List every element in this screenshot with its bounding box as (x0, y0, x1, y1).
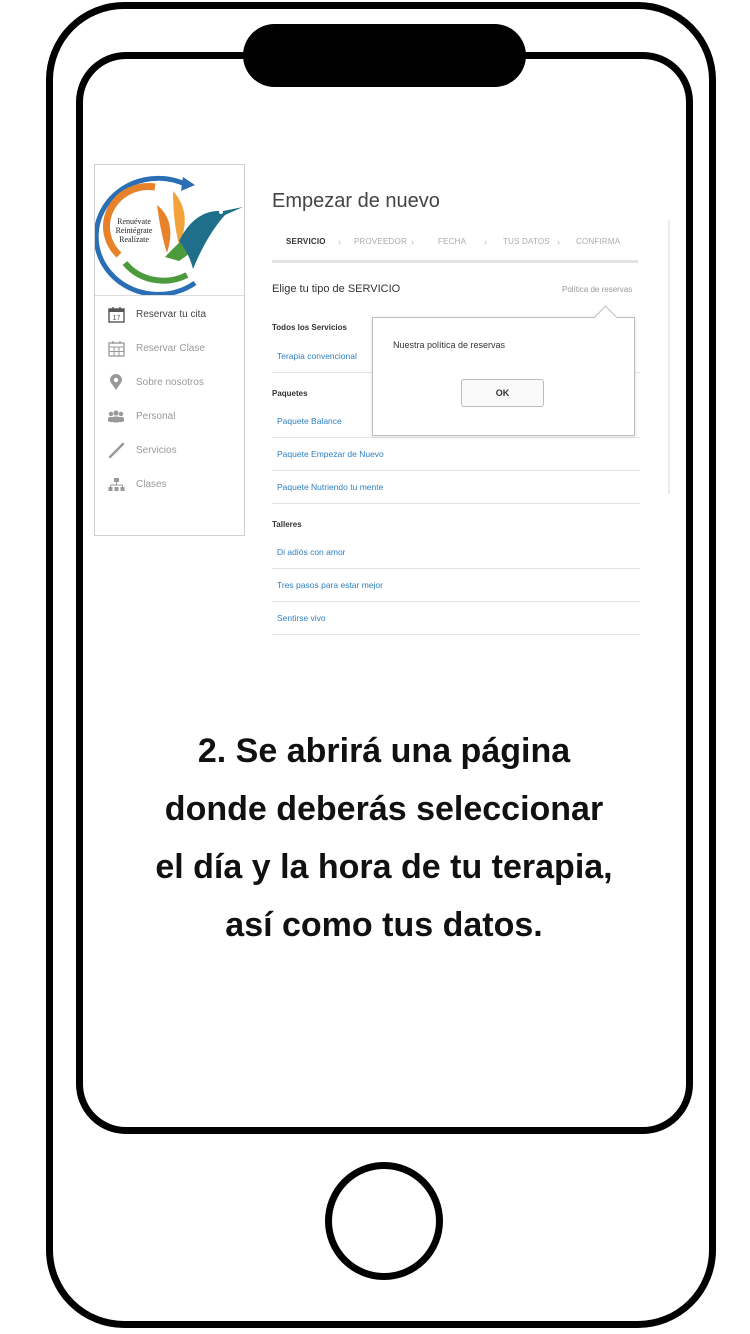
step-servicio[interactable]: SERVICIO (286, 237, 326, 246)
chevron-right-icon: › (557, 237, 560, 247)
list-item[interactable]: Paquete Nutriendo tu mente (272, 471, 640, 504)
service-link[interactable]: Tres pasos para estar mejor (277, 580, 383, 590)
service-link[interactable]: Paquete Nutriendo tu mente (277, 482, 383, 492)
step-fecha[interactable]: FECHA (438, 237, 466, 246)
calendar-icon: 17 (107, 305, 125, 323)
step-progress: SERVICIO › PROVEEDOR › FECHA › TUS DATOS… (272, 236, 638, 263)
list-item[interactable]: Di adiós con amor (272, 536, 640, 569)
sidebar-item-reservar-clase[interactable]: Reservar Clase (95, 331, 244, 365)
service-link[interactable]: Terapia convencional (277, 351, 357, 361)
calendar-grid-icon (107, 339, 125, 357)
step-tus-datos[interactable]: TUS DATOS (503, 237, 550, 246)
logo: Renuévate Reintégrate Realízate (93, 165, 244, 297)
sidebar-item-label: Reservar tu cita (136, 308, 207, 320)
category-label: Paquetes (272, 389, 308, 398)
chevron-right-icon: › (411, 237, 414, 247)
people-icon (107, 407, 125, 425)
service-link[interactable]: Paquete Empezar de Nuevo (277, 449, 384, 459)
instruction-caption: 2. Se abrirá una página donde deberás se… (155, 732, 613, 944)
logo-line: Renuévate (117, 217, 151, 226)
service-link[interactable]: Paquete Balance (277, 416, 342, 426)
section-title: Elige tu tipo de SERVICIO (272, 283, 401, 295)
sidebar-item-label: Clases (136, 478, 167, 490)
list-item[interactable]: Sentirse vivo (272, 602, 640, 635)
list-item[interactable]: Tres pasos para estar mejor (272, 569, 640, 602)
sidebar-item-label: Servicios (136, 444, 177, 456)
logo-text: Renuévate Reintégrate Realízate (105, 217, 163, 244)
logo-line: Realízate (119, 235, 149, 244)
scrollbar[interactable] (668, 220, 670, 494)
service-link[interactable]: Sentirse vivo (277, 613, 326, 623)
ok-button[interactable]: OK (461, 379, 544, 407)
popup-text: Nuestra política de reservas (393, 340, 506, 350)
service-link[interactable]: Di adiós con amor (277, 547, 346, 557)
sidebar-item-label: Sobre nosotros (136, 376, 204, 388)
step-proveedor[interactable]: PROVEEDOR (354, 237, 407, 246)
phone-notch (243, 24, 526, 87)
list-item[interactable]: Paquete Empezar de Nuevo (272, 438, 640, 471)
location-pin-icon (107, 373, 125, 391)
policy-popup: Nuestra política de reservas OK (372, 305, 635, 436)
calendar-day: 17 (112, 315, 120, 322)
sidebar-item-clases[interactable]: Clases (95, 467, 244, 501)
policy-link[interactable]: Política de reservas (562, 285, 632, 294)
category-label: Talleres (272, 520, 302, 529)
logo-line: Reintégrate (115, 226, 153, 235)
home-button[interactable] (325, 1162, 443, 1280)
sidebar-item-reservar-cita[interactable]: 17 Reservar tu cita (95, 297, 244, 331)
sidebar-item-label: Reservar Clase (136, 342, 205, 354)
sidebar: Renuévate Reintégrate Realízate 17 Reser… (93, 164, 245, 536)
chevron-right-icon: › (338, 237, 341, 247)
sidebar-item-servicios[interactable]: Servicios (95, 433, 244, 467)
category-label: Todos los Servicios (272, 323, 347, 332)
page-title: Empezar de nuevo (272, 190, 440, 212)
sidebar-item-personal[interactable]: Personal (95, 399, 244, 433)
org-chart-icon (107, 475, 125, 493)
sidebar-item-sobre-nosotros[interactable]: Sobre nosotros (95, 365, 244, 399)
step-confirma[interactable]: CONFIRMA (576, 237, 620, 246)
pencil-icon (107, 441, 125, 459)
sidebar-item-label: Personal (136, 410, 176, 422)
chevron-right-icon: › (484, 237, 487, 247)
